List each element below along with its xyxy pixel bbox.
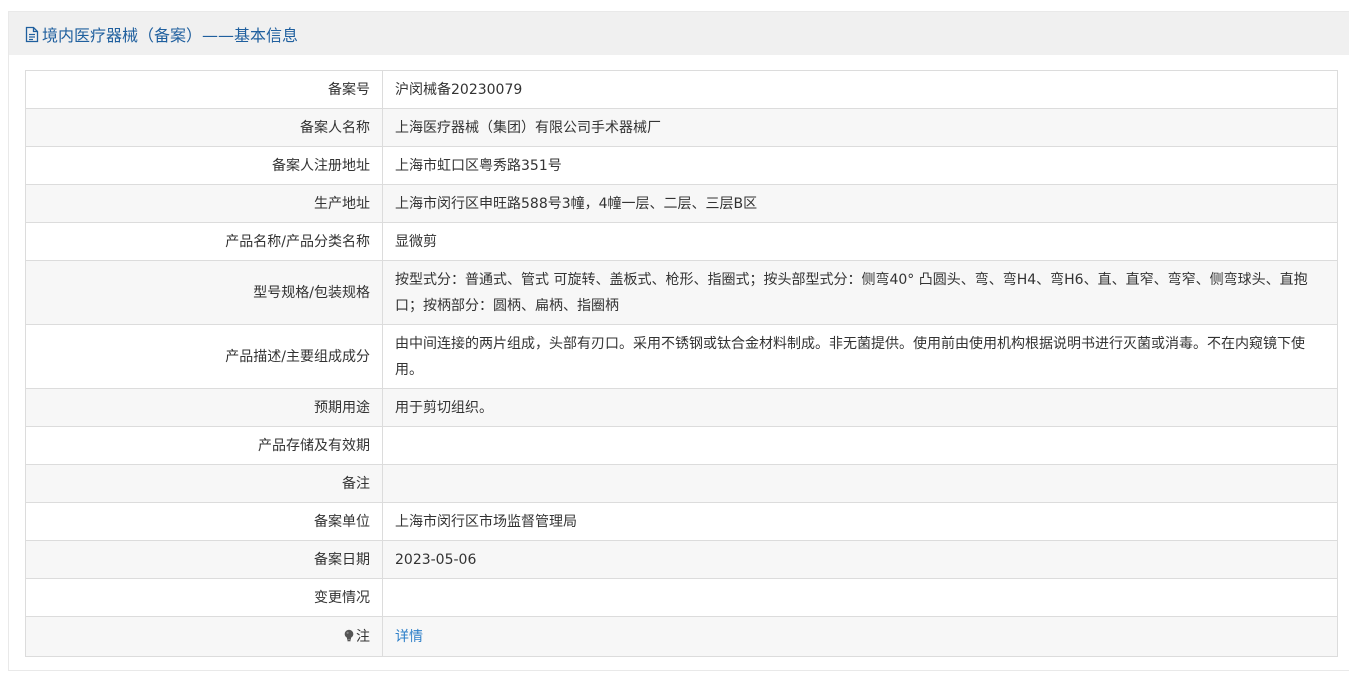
table-row: 备案单位 上海市闵行区市场监督管理局 xyxy=(25,502,1338,541)
row-label: 备案人注册地址 xyxy=(25,146,383,185)
table-row: 备案人名称 上海医疗器械（集团）有限公司手术器械厂 xyxy=(25,108,1338,147)
row-label-note: 注 xyxy=(25,616,383,657)
row-value: 上海市闵行区市场监督管理局 xyxy=(382,502,1338,541)
row-value: 由中间连接的两片组成，头部有刃口。采用不锈钢或钛合金材料制成。非无菌提供。使用前… xyxy=(382,324,1338,389)
row-label: 备案单位 xyxy=(25,502,383,541)
row-value: 2023-05-06 xyxy=(382,540,1338,579)
row-label: 生产地址 xyxy=(25,184,383,223)
row-value: 显微剪 xyxy=(382,222,1338,261)
row-value: 用于剪切组织。 xyxy=(382,388,1338,427)
table-row: 生产地址 上海市闵行区申旺路588号3幢，4幢一层、二层、三层B区 xyxy=(25,184,1338,223)
panel-header: 境内医疗器械（备案）——基本信息 xyxy=(9,12,1349,55)
table-row: 型号规格/包装规格 按型式分：普通式、管式 可旋转、盖板式、枪形、指圈式；按头部… xyxy=(25,260,1338,325)
table-row: 备注 xyxy=(25,464,1338,503)
table-row: 产品描述/主要组成成分 由中间连接的两片组成，头部有刃口。采用不锈钢或钛合金材料… xyxy=(25,324,1338,389)
row-value: 详情 xyxy=(382,616,1338,657)
info-table: 备案号 沪闵械备20230079 备案人名称 上海医疗器械（集团）有限公司手术器… xyxy=(25,70,1338,657)
row-label: 型号规格/包装规格 xyxy=(25,260,383,325)
row-value xyxy=(382,578,1338,617)
table-row: 备案人注册地址 上海市虹口区粤秀路351号 xyxy=(25,146,1338,185)
row-value: 沪闵械备20230079 xyxy=(382,70,1338,109)
table-row: 注 详情 xyxy=(25,616,1338,657)
row-label: 备案号 xyxy=(25,70,383,109)
table-row: 产品名称/产品分类名称 显微剪 xyxy=(25,222,1338,261)
table-row: 产品存储及有效期 xyxy=(25,426,1338,465)
row-label: 产品描述/主要组成成分 xyxy=(25,324,383,389)
table-row: 变更情况 xyxy=(25,578,1338,617)
row-label: 预期用途 xyxy=(25,388,383,427)
row-value: 上海市虹口区粤秀路351号 xyxy=(382,146,1338,185)
row-label: 备注 xyxy=(25,464,383,503)
row-value: 上海医疗器械（集团）有限公司手术器械厂 xyxy=(382,108,1338,147)
table-row: 备案日期 2023-05-06 xyxy=(25,540,1338,579)
table-row: 预期用途 用于剪切组织。 xyxy=(25,388,1338,427)
details-link[interactable]: 详情 xyxy=(395,629,423,645)
page-title: 境内医疗器械（备案）——基本信息 xyxy=(42,25,299,45)
row-value xyxy=(382,426,1338,465)
lightbulb-icon xyxy=(343,625,355,641)
info-panel: 境内医疗器械（备案）——基本信息 备案号 沪闵械备20230079 备案人名称 … xyxy=(8,11,1349,671)
row-value: 上海市闵行区申旺路588号3幢，4幢一层、二层、三层B区 xyxy=(382,184,1338,223)
row-label: 产品存储及有效期 xyxy=(25,426,383,465)
note-label: 注 xyxy=(356,628,370,645)
row-label: 备案人名称 xyxy=(25,108,383,147)
row-label: 产品名称/产品分类名称 xyxy=(25,222,383,261)
row-value xyxy=(382,464,1338,503)
table-row: 备案号 沪闵械备20230079 xyxy=(25,70,1338,109)
document-icon xyxy=(25,26,39,43)
row-value: 按型式分：普通式、管式 可旋转、盖板式、枪形、指圈式；按头部型式分：侧弯40° … xyxy=(382,260,1338,325)
row-label: 备案日期 xyxy=(25,540,383,579)
row-label: 变更情况 xyxy=(25,578,383,617)
